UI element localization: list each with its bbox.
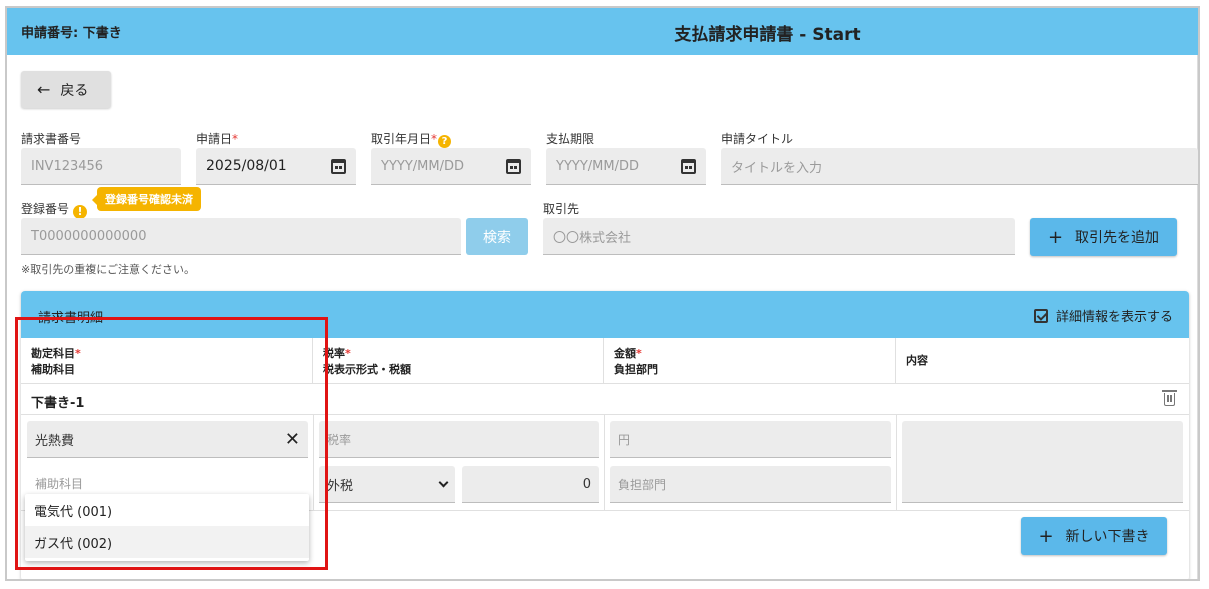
partner-input[interactable]: 〇〇株式会社 xyxy=(543,218,1015,255)
search-button[interactable]: 検索 xyxy=(466,218,528,255)
apply-date-label: 申請日* xyxy=(196,132,239,146)
add-partner-button[interactable]: + 取引先を追加 xyxy=(1030,218,1177,256)
invoice-number-label: 請求書番号 xyxy=(21,132,82,146)
show-detail-label: 詳細情報を表示する xyxy=(1055,310,1173,325)
trash-icon[interactable] xyxy=(1162,390,1177,406)
draft-row-title: 下書き-1 xyxy=(21,384,1189,415)
department-input[interactable]: 負担部門 xyxy=(610,466,891,503)
trade-date-input[interactable]: YYYY/MM/DD xyxy=(371,148,531,185)
page-title: 支払請求申請書 - Start xyxy=(674,25,861,45)
duplicate-note: ※取引先の重複にご注意ください。 xyxy=(21,263,195,276)
column-content: 内容 xyxy=(906,354,928,367)
header-bar: 申請番号: 下書き 支払請求申請書 - Start xyxy=(7,8,1198,55)
plus-icon: + xyxy=(1047,226,1064,248)
tax-rate-input[interactable]: 税率 xyxy=(319,421,599,458)
invoice-number-input[interactable]: INV123456 xyxy=(21,148,181,185)
calendar-icon[interactable] xyxy=(331,159,346,174)
new-draft-label: 新しい下書き xyxy=(1065,529,1150,545)
column-tax: 税率* 税表示形式・税額 xyxy=(313,338,604,384)
help-icon[interactable]: ? xyxy=(438,135,452,148)
due-date-input[interactable]: YYYY/MM/DD xyxy=(546,148,706,185)
add-partner-label: 取引先を追加 xyxy=(1075,230,1160,246)
trade-date-placeholder: YYYY/MM/DD xyxy=(381,158,464,174)
registration-number-label: 登録番号! xyxy=(21,200,88,219)
column-account: 勘定科目* 補助科目 xyxy=(21,338,313,384)
warning-icon: ! xyxy=(73,205,88,219)
due-date-placeholder: YYYY/MM/DD xyxy=(556,158,639,174)
draft-title: 下書き-1 xyxy=(31,396,85,411)
apply-date-input[interactable]: 2025/08/01 xyxy=(196,148,356,185)
trade-date-label: 取引年月日*? xyxy=(371,130,452,148)
tax-amount-input[interactable]: 0 xyxy=(462,466,599,503)
column-header-row: 勘定科目* 補助科目 税率* 税表示形式・税額 金額* 負担部門 内容 xyxy=(21,338,1189,384)
back-button[interactable]: ← 戻る xyxy=(21,71,111,108)
registration-unverified-badge: 登録番号確認未済 xyxy=(92,187,201,211)
tax-mode-value: 外税 xyxy=(327,478,354,494)
calendar-icon[interactable] xyxy=(681,159,696,174)
content-textarea[interactable] xyxy=(902,421,1183,503)
registration-number-input[interactable]: T0000000000000 xyxy=(21,218,461,255)
back-label: 戻る xyxy=(60,82,89,99)
sub-account-dropdown: 電気代 (001) ガス代 (002) xyxy=(25,494,309,561)
amount-input[interactable]: 円 xyxy=(610,421,891,458)
account-select[interactable]: 光熱費 ✕ xyxy=(27,421,308,458)
partner-label: 取引先 xyxy=(543,202,580,216)
tax-mode-select[interactable]: 外税 xyxy=(319,466,455,503)
dropdown-option-gas[interactable]: ガス代 (002) xyxy=(25,526,309,558)
new-draft-button[interactable]: + 新しい下書き xyxy=(1021,517,1167,555)
plus-icon: + xyxy=(1038,525,1054,547)
checkbox-checked-icon xyxy=(1033,308,1048,323)
detail-header: 請求書明細 詳細情報を表示する xyxy=(21,291,1189,338)
column-amount: 金額* 負担部門 xyxy=(604,338,896,384)
show-detail-checkbox[interactable]: 詳細情報を表示する xyxy=(1033,306,1173,325)
detail-title: 請求書明細 xyxy=(38,311,104,326)
apply-date-value: 2025/08/01 xyxy=(206,158,287,174)
dropdown-option-electricity[interactable]: 電気代 (001) xyxy=(25,494,309,526)
arrow-left-icon: ← xyxy=(37,80,51,99)
calendar-icon[interactable] xyxy=(506,159,521,174)
due-date-label: 支払期限 xyxy=(546,132,595,146)
chevron-down-icon xyxy=(438,477,449,488)
close-icon[interactable]: ✕ xyxy=(285,429,300,450)
apply-title-input[interactable]: タイトルを入力 xyxy=(721,148,1198,185)
account-value: 光熱費 xyxy=(35,433,75,449)
apply-title-label: 申請タイトル xyxy=(721,132,794,146)
